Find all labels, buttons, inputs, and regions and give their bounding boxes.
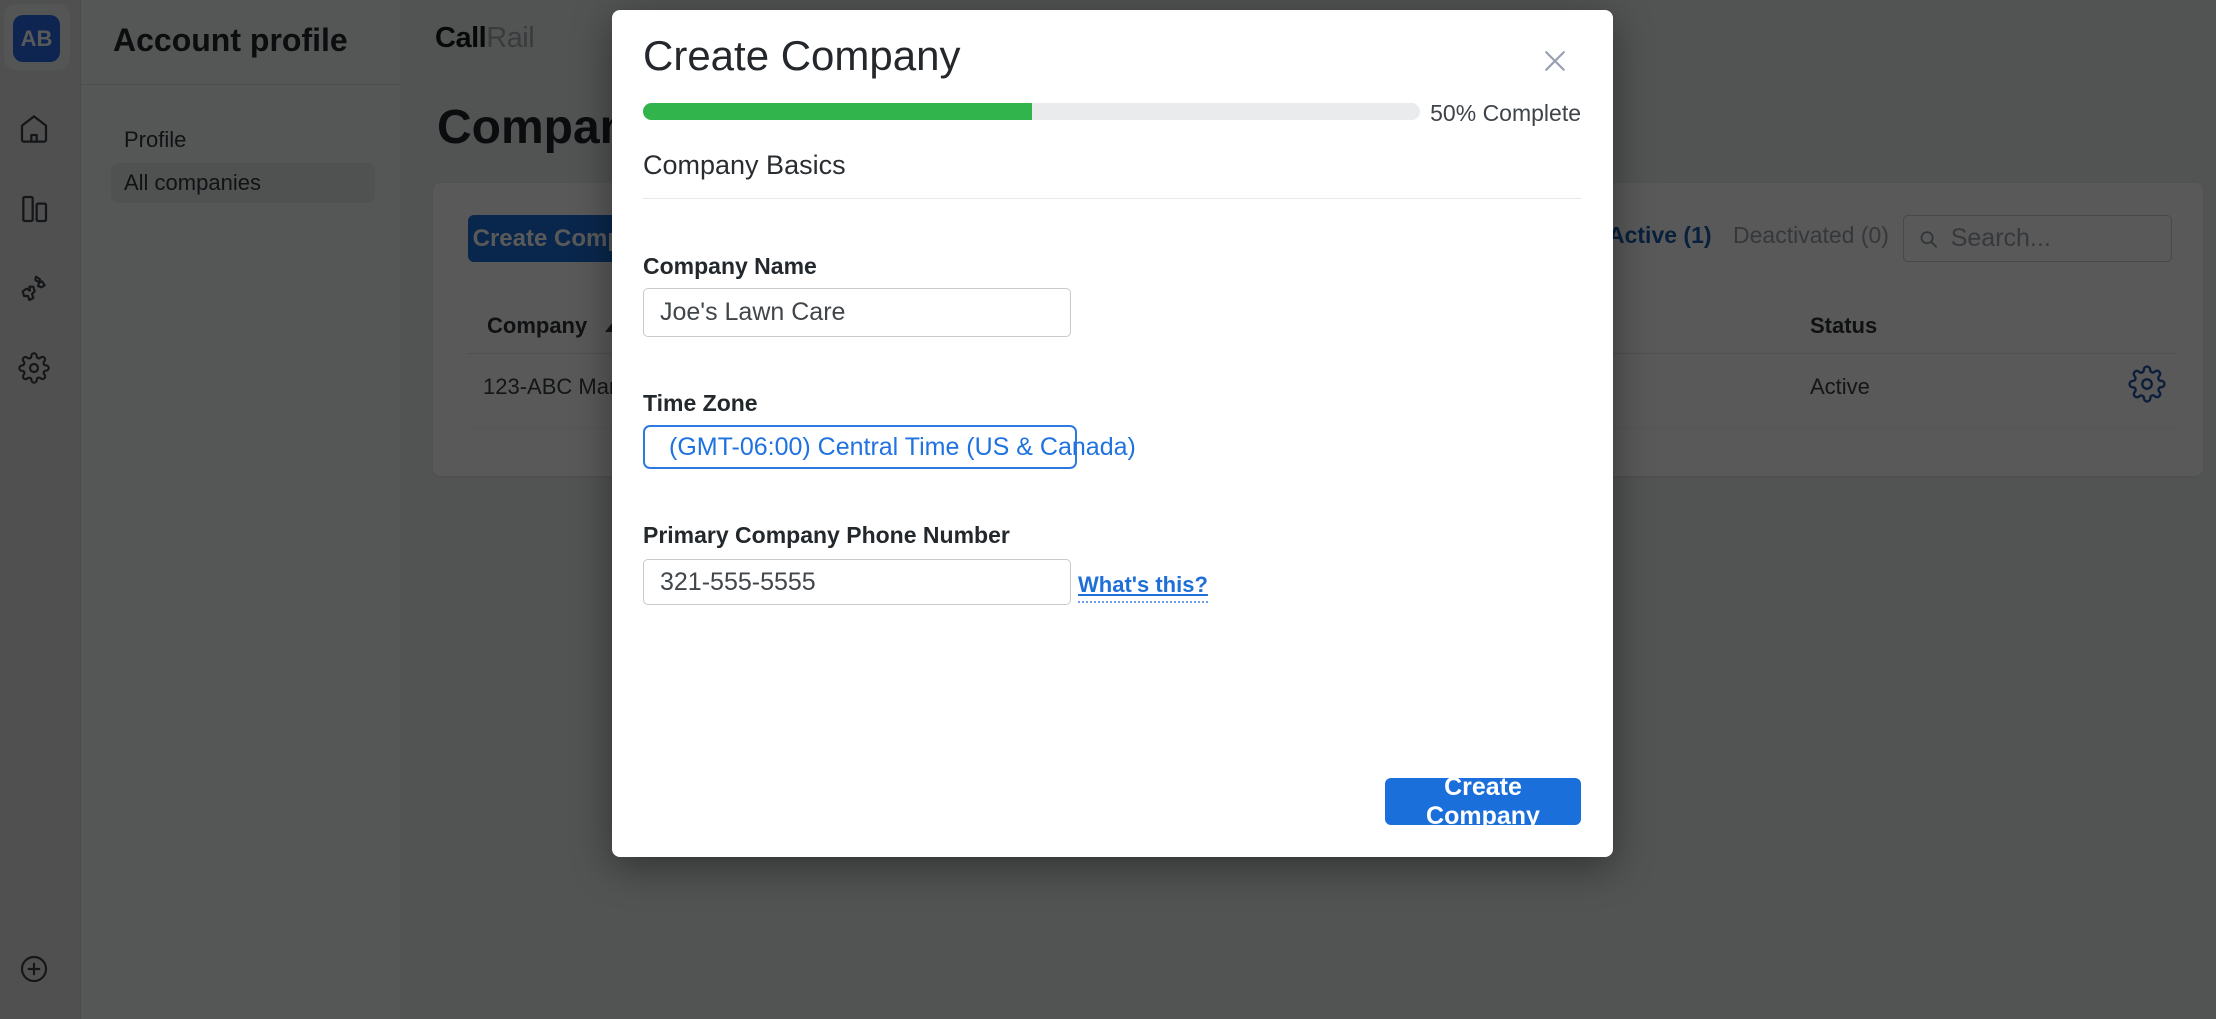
progress-label: 50% Complete — [1312, 100, 1581, 127]
company-name-input[interactable] — [643, 288, 1071, 337]
time-zone-select[interactable]: (GMT-06:00) Central Time (US & Canada) — [643, 425, 1077, 469]
time-zone-label: Time Zone — [643, 390, 758, 417]
section-divider — [643, 198, 1581, 199]
time-zone-value: (GMT-06:00) Central Time (US & Canada) — [669, 433, 1136, 462]
progress-bar-fill — [643, 103, 1032, 120]
section-title: Company Basics — [643, 150, 846, 181]
progress-bar — [643, 103, 1420, 120]
whats-this-link[interactable]: What's this? — [1078, 572, 1208, 603]
company-name-label: Company Name — [643, 253, 817, 280]
phone-label: Primary Company Phone Number — [643, 522, 1010, 549]
modal-create-company-button[interactable]: Create Company — [1385, 778, 1581, 825]
create-company-modal: Create Company 50% Complete Company Basi… — [612, 10, 1613, 857]
modal-title: Create Company — [643, 32, 960, 80]
phone-input[interactable] — [643, 559, 1071, 605]
close-icon[interactable] — [1537, 43, 1573, 79]
